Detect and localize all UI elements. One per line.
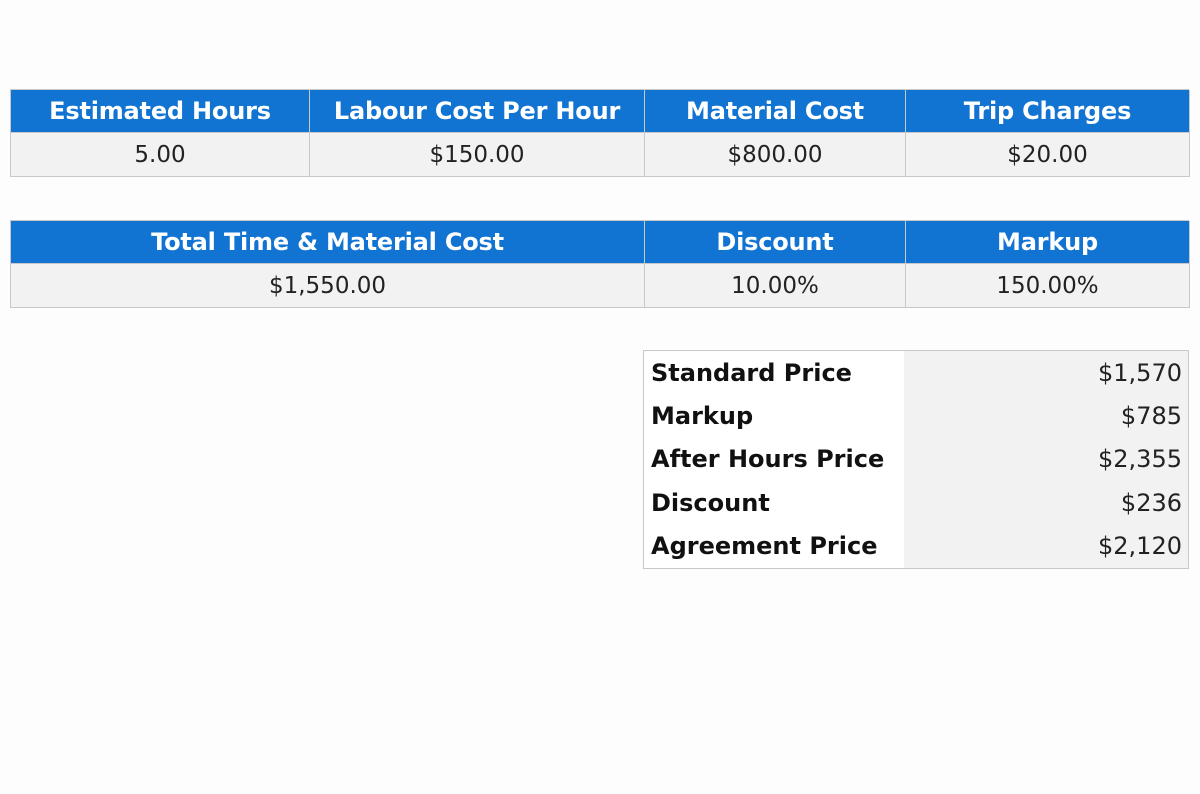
totals-table: Total Time & Material Cost Discount Mark… xyxy=(10,220,1190,308)
summary-value-standard-price[interactable]: $1,570 xyxy=(904,351,1188,395)
cell-labour-cost-per-hour[interactable]: $150.00 xyxy=(310,133,645,177)
summary-value-discount[interactable]: $236 xyxy=(904,481,1188,525)
header-material-cost: Material Cost xyxy=(645,90,906,133)
header-estimated-hours: Estimated Hours xyxy=(11,90,310,133)
header-trip-charges: Trip Charges xyxy=(906,90,1190,133)
cell-total-time-material-cost[interactable]: $1,550.00 xyxy=(11,264,645,308)
summary-label-agreement-price: Agreement Price xyxy=(644,524,904,568)
summary-value-markup[interactable]: $785 xyxy=(904,394,1188,438)
summary-label-after-hours-price: After Hours Price xyxy=(644,437,904,482)
header-total-time-material-cost: Total Time & Material Cost xyxy=(11,221,645,264)
cell-estimated-hours[interactable]: 5.00 xyxy=(11,133,310,177)
cell-material-cost[interactable]: $800.00 xyxy=(645,133,906,177)
summary-label-markup: Markup xyxy=(644,394,904,438)
summary-value-after-hours-price[interactable]: $2,355 xyxy=(904,437,1188,482)
cell-markup[interactable]: 150.00% xyxy=(906,264,1190,308)
summary-value-agreement-price[interactable]: $2,120 xyxy=(904,524,1188,568)
price-summary-table: Standard Price $1,570 Markup $785 After … xyxy=(643,350,1189,569)
cell-discount[interactable]: 10.00% xyxy=(645,264,906,308)
header-labour-cost-per-hour: Labour Cost Per Hour xyxy=(310,90,645,133)
header-discount: Discount xyxy=(645,221,906,264)
inputs-table: Estimated Hours Labour Cost Per Hour Mat… xyxy=(10,89,1190,177)
cell-trip-charges[interactable]: $20.00 xyxy=(906,133,1190,177)
summary-label-standard-price: Standard Price xyxy=(644,351,904,395)
header-markup: Markup xyxy=(906,221,1190,264)
summary-label-discount: Discount xyxy=(644,481,904,525)
